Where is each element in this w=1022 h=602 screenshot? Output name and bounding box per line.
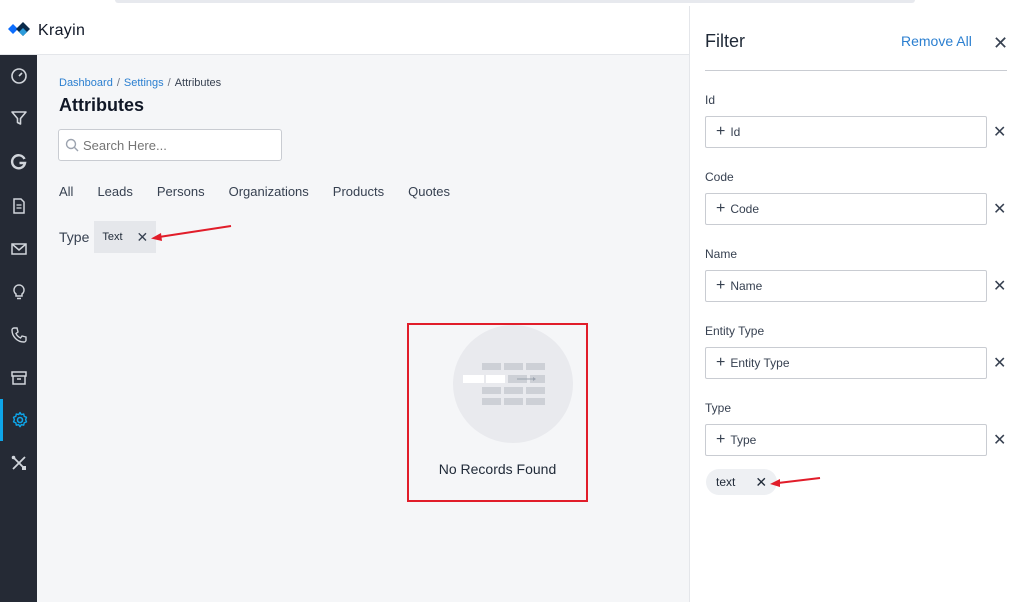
filter-input-placeholder: Type (730, 433, 757, 447)
sidebar-item-settings[interactable] (0, 399, 37, 441)
app-name: Krayin (38, 22, 86, 39)
sidebar-item-activities[interactable] (0, 271, 37, 313)
close-icon[interactable]: ✕ (993, 430, 1006, 450)
filter-input-placeholder: Code (730, 202, 760, 216)
annotation-arrow (770, 477, 821, 487)
close-icon[interactable]: ✕ (993, 122, 1006, 142)
sidebar-item-contacts[interactable] (0, 314, 37, 356)
breadcrumb-separator: / (116, 77, 120, 89)
filter-panel-title: Filter (705, 31, 745, 51)
tab-all[interactable]: All (59, 184, 73, 199)
applied-filter-pill: text ✕ (706, 469, 778, 495)
sidebar-item-products[interactable] (0, 357, 37, 399)
settings-icon (12, 411, 28, 428)
breadcrumb-current: Attributes (174, 77, 222, 89)
filter-input-placeholder: Entity Type (730, 356, 790, 370)
empty-state-message: No Records Found (438, 461, 557, 477)
filter-input-name[interactable]: + Name (705, 270, 987, 302)
remove-all-button[interactable]: Remove All (901, 33, 972, 49)
filter-input-code[interactable]: + Code (705, 193, 987, 225)
dashboard-icon (10, 68, 27, 84)
plus-icon: + (716, 277, 726, 294)
empty-state-illustration (453, 325, 573, 443)
search-icon (65, 138, 79, 152)
breadcrumb-separator: / (167, 77, 171, 89)
krayin-logo-icon (6, 20, 34, 42)
filter-input-placeholder: Name (730, 279, 763, 293)
logo[interactable]: Krayin (6, 20, 85, 42)
filter-label-name: Name (705, 247, 738, 261)
tab-quotes[interactable]: Quotes (408, 184, 450, 199)
breadcrumb-settings[interactable]: Settings (124, 77, 164, 89)
empty-table-icon (463, 363, 545, 405)
filter-panel: Filter Remove All ✕ Id + Id ✕ Code + Code … (689, 6, 1022, 602)
divider (705, 70, 1007, 71)
applied-filter-value: text (716, 475, 736, 489)
sidebar-item-quotes[interactable] (0, 141, 37, 183)
tab-leads[interactable]: Leads (97, 184, 132, 199)
mail-icon (10, 243, 27, 255)
lightbulb-icon (12, 284, 25, 300)
sidebar-item-leads[interactable] (0, 97, 37, 139)
sidebar-item-dashboard[interactable] (0, 55, 37, 97)
close-icon[interactable]: ✕ (993, 199, 1006, 219)
close-icon[interactable]: ✕ (993, 276, 1006, 296)
empty-state-box: No Records Found (407, 323, 588, 502)
close-icon[interactable]: ✕ (137, 229, 149, 246)
close-icon[interactable]: ✕ (993, 353, 1006, 373)
filter-label-type: Type (705, 401, 732, 415)
plus-icon: + (716, 354, 726, 371)
breadcrumb-dashboard[interactable]: Dashboard (59, 77, 113, 89)
filter-label-id: Id (705, 93, 716, 107)
tabs: All Leads Persons Organizations Products… (59, 184, 474, 199)
archive-icon (10, 371, 27, 385)
filter-input-id[interactable]: + Id (705, 116, 987, 148)
filter-label-code: Code (705, 170, 734, 184)
filter-input-entity-type[interactable]: + Entity Type (705, 347, 987, 379)
g-icon (10, 154, 26, 170)
plus-icon: + (716, 123, 726, 140)
active-filter-row: Type Text ✕ (59, 221, 157, 253)
top-strip-bar (115, 0, 915, 3)
filter-icon (10, 111, 27, 125)
tools-icon (11, 455, 26, 470)
sidebar-item-documents[interactable] (0, 185, 37, 227)
filter-input-type[interactable]: + Type (705, 424, 987, 456)
active-filter-value: Text (102, 231, 123, 243)
document-icon (12, 198, 25, 214)
close-icon[interactable]: ✕ (755, 474, 767, 491)
tab-products[interactable]: Products (333, 184, 384, 199)
plus-icon: + (716, 431, 726, 448)
active-filter-chip: Text ✕ (94, 221, 157, 253)
top-header: Krayin (0, 6, 690, 55)
page-title: Attributes (59, 95, 144, 115)
tab-persons[interactable]: Persons (157, 184, 205, 199)
active-filter-label: Type (59, 229, 90, 245)
search-input[interactable] (83, 137, 263, 153)
filter-label-entity-type: Entity Type (705, 324, 765, 338)
plus-icon: + (716, 200, 726, 217)
tab-organizations[interactable]: Organizations (229, 184, 309, 199)
sidebar-item-mail[interactable] (0, 228, 37, 270)
phone-icon (10, 327, 27, 343)
annotation-arrow (151, 225, 232, 241)
close-icon[interactable]: ✕ (993, 33, 1008, 54)
filter-input-placeholder: Id (730, 125, 741, 139)
search-box[interactable] (58, 129, 282, 161)
breadcrumb: Dashboard / Settings / Attributes (59, 77, 221, 89)
sidebar (0, 55, 37, 602)
main-content: Dashboard / Settings / Attributes Attributes… (37, 55, 690, 602)
sidebar-item-tools[interactable] (0, 442, 37, 484)
